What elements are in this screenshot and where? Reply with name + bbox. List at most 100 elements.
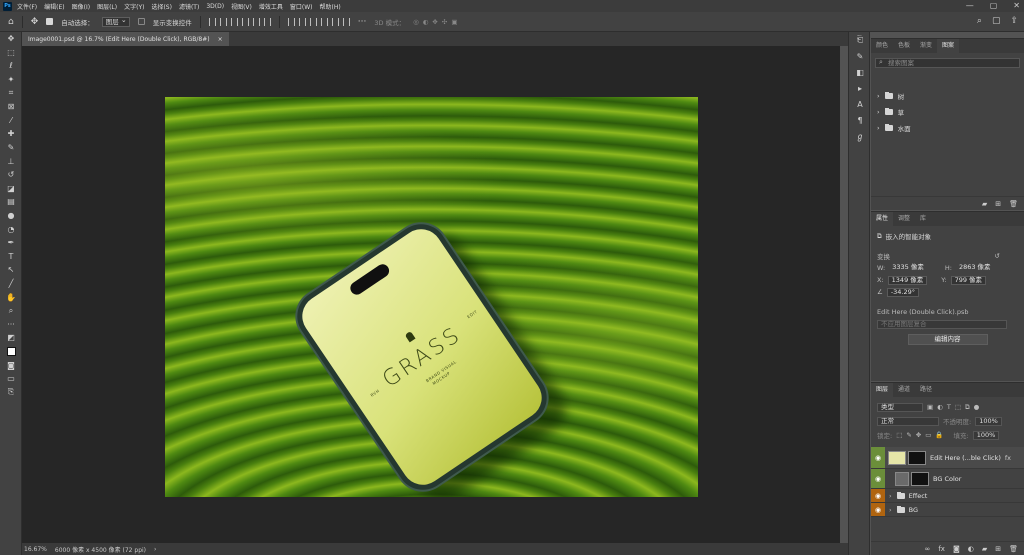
distribute-bottom-icon[interactable]: [309, 17, 317, 26]
search-icon[interactable]: ⌕: [977, 16, 982, 26]
reset-transform-icon[interactable]: ↺: [995, 252, 1000, 260]
edit-contents-button[interactable]: 编辑内容: [907, 334, 988, 345]
pen-tool-icon[interactable]: ✒: [0, 236, 22, 250]
document-tab[interactable]: Image0001.psd @ 16.7% (Edit Here (Double…: [22, 32, 229, 46]
align-left-icon[interactable]: [208, 17, 216, 26]
distribute-right-icon[interactable]: [342, 17, 350, 26]
frame-tool-icon[interactable]: ⊠: [0, 100, 22, 114]
menu-image[interactable]: 图像(I): [72, 2, 90, 11]
tab-adjustments[interactable]: 调整: [893, 212, 915, 226]
home-icon[interactable]: ⌂: [8, 17, 14, 27]
angle-field[interactable]: -34.29°: [886, 287, 920, 297]
magic-wand-tool-icon[interactable]: ✦: [0, 73, 22, 87]
show-transform-checkbox[interactable]: [137, 18, 145, 25]
add-style-icon[interactable]: fx: [938, 545, 945, 553]
tab-patterns[interactable]: 图案: [937, 39, 960, 53]
width-value[interactable]: 3335 像素: [889, 263, 927, 273]
distribute-top-icon[interactable]: [287, 17, 295, 26]
3d-roll-icon[interactable]: ◐: [423, 18, 429, 26]
auto-select-checkbox[interactable]: [46, 18, 54, 25]
y-position-field[interactable]: 799 像素: [950, 275, 987, 285]
gradient-tool-icon[interactable]: ▤: [0, 195, 22, 209]
filter-pixel-icon[interactable]: ▣: [927, 403, 933, 411]
menu-file[interactable]: 文件(F): [17, 2, 37, 11]
menu-plugins[interactable]: 增效工具: [259, 2, 283, 11]
menu-view[interactable]: 视图(V): [231, 2, 252, 11]
3d-pan-icon[interactable]: ✥: [432, 18, 437, 26]
fill-field[interactable]: 100%: [972, 430, 1000, 440]
brush-panel-icon[interactable]: ✎: [849, 48, 871, 64]
healing-tool-icon[interactable]: ✚: [0, 127, 22, 141]
paragraph-panel-icon[interactable]: ¶: [849, 112, 871, 128]
character-panel-icon[interactable]: A: [849, 96, 871, 112]
fx-badge[interactable]: fx: [1005, 454, 1011, 462]
align-middle-icon[interactable]: [252, 17, 260, 26]
distribute-hcenter-icon[interactable]: [331, 17, 339, 26]
pattern-group-grass[interactable]: › 草: [871, 104, 1024, 120]
align-top-icon[interactable]: [241, 17, 249, 26]
minimize-button[interactable]: —: [966, 0, 974, 12]
new-layer-icon[interactable]: ⊞: [995, 545, 1001, 553]
more-tools-icon[interactable]: ···: [0, 317, 22, 331]
tab-libraries[interactable]: 库: [915, 212, 931, 226]
tab-color[interactable]: 颜色: [871, 39, 893, 53]
lock-position-icon[interactable]: ✥: [916, 431, 921, 439]
layer-comp-dropdown[interactable]: 不应用图层复合: [877, 319, 1007, 329]
layer-row[interactable]: ◉ Edit Here (...ble Click) fx: [871, 447, 1024, 469]
new-group-icon[interactable]: ▰: [982, 200, 987, 208]
chevron-right-icon[interactable]: ›: [889, 506, 892, 514]
height-value[interactable]: 2863 像素: [956, 263, 994, 273]
lock-transparent-icon[interactable]: ⬚: [896, 431, 902, 439]
menu-3d[interactable]: 3D(D): [206, 3, 224, 10]
tab-paths[interactable]: 路径: [915, 383, 937, 397]
menu-window[interactable]: 窗口(W): [290, 2, 313, 11]
layer-row[interactable]: ◉ › BG: [871, 503, 1024, 517]
chevron-right-icon[interactable]: ›: [877, 108, 880, 116]
3d-slide-icon[interactable]: ✣: [442, 18, 447, 26]
pattern-search-input[interactable]: 搜索图案: [875, 58, 1020, 68]
zoom-level[interactable]: 16.67%: [24, 546, 47, 553]
visibility-eye-icon[interactable]: ◉: [871, 489, 885, 502]
opacity-field[interactable]: 100%: [975, 416, 1002, 426]
blur-tool-icon[interactable]: ●: [0, 209, 22, 223]
color-swatches-icon[interactable]: [0, 345, 22, 359]
adjustment-layer-icon[interactable]: ◐: [968, 545, 974, 553]
tab-swatches[interactable]: 色板: [893, 39, 915, 53]
menu-help[interactable]: 帮助(H): [320, 2, 341, 11]
close-window-button[interactable]: ✕: [1013, 0, 1020, 12]
marquee-tool-icon[interactable]: ⬚: [0, 46, 22, 60]
share-icon[interactable]: ⇪: [1010, 16, 1018, 26]
distribute-vcenter-icon[interactable]: [298, 17, 306, 26]
pattern-group-trees[interactable]: › 树: [871, 88, 1024, 104]
chevron-right-icon[interactable]: ›: [889, 492, 892, 500]
move-tool-preset-icon[interactable]: ✥: [31, 17, 39, 27]
quick-mask-icon[interactable]: ◙: [0, 358, 22, 372]
new-group-icon[interactable]: ▰: [982, 545, 987, 553]
3d-scale-icon[interactable]: ▣: [451, 18, 457, 26]
auto-select-dropdown[interactable]: 图层: [101, 16, 130, 27]
layer-name[interactable]: BG: [909, 506, 918, 514]
layer-name[interactable]: Edit Here (...ble Click): [930, 454, 1001, 462]
add-mask-icon[interactable]: ◙: [953, 545, 960, 553]
hand-tool-icon[interactable]: ✋: [0, 290, 22, 304]
layer-row[interactable]: ◉ › Effect: [871, 489, 1024, 503]
maximize-button[interactable]: ▢: [990, 0, 998, 12]
artwork-image[interactable]: GRASS RVH EDIT BRAND VISUAL MOCKUP: [165, 97, 698, 497]
filter-shape-icon[interactable]: ⬚: [955, 403, 961, 411]
tab-properties[interactable]: 属性: [871, 212, 894, 226]
align-right-icon[interactable]: [230, 17, 238, 26]
menu-edit[interactable]: 编辑(E): [44, 2, 64, 11]
history-panel-icon[interactable]: ⎗: [849, 32, 871, 48]
lock-all-icon[interactable]: 🔒: [935, 431, 943, 439]
lock-artboard-icon[interactable]: ▭: [925, 431, 931, 439]
delete-layer-icon[interactable]: 🗑: [1009, 545, 1018, 553]
layer-filter-dropdown[interactable]: 类型: [877, 402, 923, 412]
status-menu-icon[interactable]: ›: [154, 546, 156, 553]
layer-name[interactable]: Effect: [909, 492, 928, 500]
canvas-area[interactable]: GRASS RVH EDIT BRAND VISUAL MOCKUP: [22, 46, 840, 543]
clone-stamp-tool-icon[interactable]: ⊥: [0, 154, 22, 168]
delete-icon[interactable]: 🗑: [1009, 200, 1018, 208]
pattern-group-water[interactable]: › 水面: [871, 120, 1024, 136]
distribute-left-icon[interactable]: [320, 17, 328, 26]
menu-filter[interactable]: 滤镜(T): [179, 2, 199, 11]
